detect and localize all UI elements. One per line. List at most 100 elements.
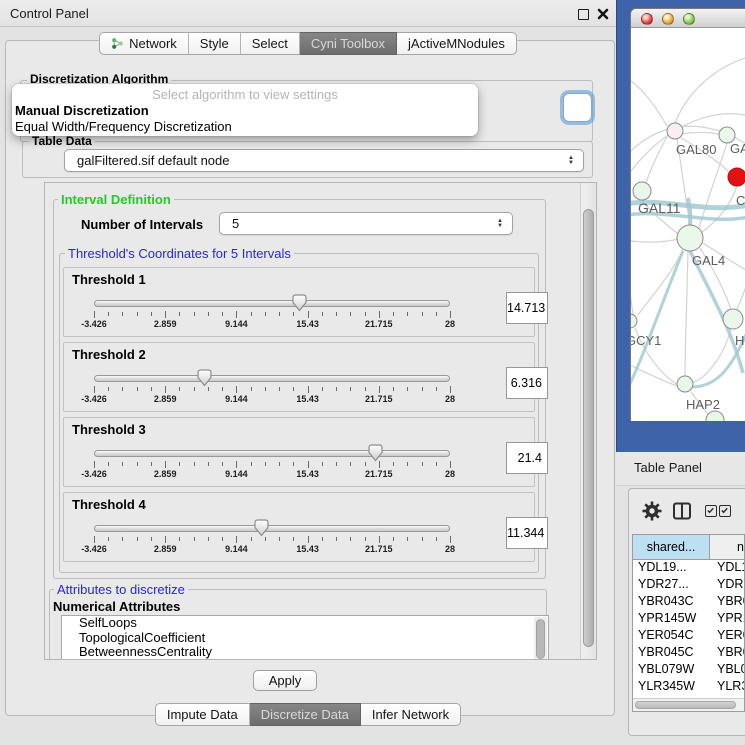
slider-ticks (94, 386, 450, 394)
table-row[interactable]: YPR145WYPR1 (633, 611, 744, 628)
table-cell: YBL079W (633, 662, 711, 679)
slider-tick-labels: -3.4262.8599.14415.4321.71528 (94, 319, 450, 330)
threshold-1-box: Threshold 1 -3.4262.8599.14415.4321.71528… (63, 267, 535, 337)
minimize-traffic-light[interactable] (662, 13, 674, 25)
slider-tick-labels: -3.4262.8599.14415.4321.71528 (94, 394, 450, 405)
tab-network[interactable]: Network (99, 32, 189, 55)
table-header-row: shared... n (633, 535, 744, 560)
stepper-arrows-icon: ▲▼ (497, 219, 512, 229)
network-node[interactable] (728, 168, 745, 186)
pane-vertical-scrollbar[interactable] (580, 183, 596, 659)
threshold-slider[interactable]: -3.4262.8599.14415.4321.71528 (94, 296, 450, 330)
table-row[interactable]: YER054CYER0 (633, 628, 744, 645)
table-panel-toolbar (628, 497, 745, 527)
tab-select[interactable]: Select (241, 32, 300, 55)
table-row[interactable]: YDR27...YDR2 (633, 577, 744, 594)
dropdown-option-manual[interactable]: Manual Discretization (12, 103, 478, 119)
table-cell: YBR0 (711, 645, 744, 662)
network-node[interactable] (706, 411, 724, 421)
threshold-value-field[interactable]: 14.713 (506, 292, 548, 324)
checkbox-icon[interactable] (719, 505, 731, 517)
split-columns-icon[interactable] (672, 501, 692, 521)
network-node-label: GAL80 (676, 142, 716, 157)
close-icon[interactable] (597, 8, 609, 20)
column-header-shared-name[interactable]: shared... (633, 535, 710, 559)
threshold-value-field[interactable]: 11.344 (506, 517, 548, 549)
threshold-value-field[interactable]: 6.316 (506, 367, 548, 399)
dropdown-option-equal-width[interactable]: Equal Width/Frequency Discretization (12, 119, 478, 135)
threshold-slider[interactable]: -3.4262.8599.14415.4321.71528 (94, 446, 450, 480)
number-of-intervals-label: Number of Intervals (81, 217, 203, 232)
network-node-label: GAL4 (692, 253, 725, 268)
tab-label: Network (129, 36, 177, 51)
table-cell: YBL0 (711, 662, 744, 679)
close-traffic-light[interactable] (641, 13, 653, 25)
slider-track[interactable] (94, 450, 450, 457)
settings-scroll-pane: Interval Definition Number of Intervals … (44, 182, 597, 660)
table-panel-title: Table Panel (634, 452, 702, 484)
tab-label: jActiveMNodules (408, 36, 505, 51)
slider-thumb-icon[interactable] (367, 443, 384, 463)
threshold-slider[interactable]: -3.4262.8599.14415.4321.71528 (94, 371, 450, 405)
number-of-intervals-combo[interactable]: 5 ▲▼ (219, 212, 513, 235)
table-cell: YBR043C (633, 594, 711, 611)
network-canvas[interactable]: GAL80GACGAL11GAL4GCY1HHAP2 (631, 28, 745, 421)
scrollbar-thumb[interactable] (583, 209, 594, 647)
numerical-attributes-list[interactable]: SelfLoopsTopologicalCoefficientBetweenne… (61, 615, 549, 660)
scrollbar-thumb[interactable] (635, 701, 736, 709)
table-row[interactable]: YBL079WYBL0 (633, 662, 744, 679)
tab-infer-network[interactable]: Infer Network (361, 703, 461, 726)
apply-button[interactable]: Apply (253, 670, 317, 691)
bottom-tab-bar: Impute DataDiscretize DataInfer Network (0, 703, 616, 726)
control-panel-titlebar: Control Panel (0, 0, 616, 27)
tab-discretize-data[interactable]: Discretize Data (250, 703, 361, 726)
node-attribute-table: shared... n YDL19...YDL1YDR27...YDR2YBR0… (632, 534, 745, 712)
network-node[interactable] (633, 182, 651, 200)
slider-track[interactable] (94, 300, 450, 307)
table-row[interactable]: YLR345WYLR3 (633, 679, 744, 696)
table-row[interactable]: YBR045CYBR0 (633, 645, 744, 662)
network-node[interactable] (677, 376, 693, 392)
slider-ticks (94, 461, 450, 469)
zoom-traffic-light[interactable] (683, 13, 695, 25)
table-data-combo[interactable]: galFiltered.sif default node ▲▼ (64, 149, 584, 172)
tab-style[interactable]: Style (189, 32, 241, 55)
algorithm-combo-focused[interactable] (563, 93, 592, 122)
table-horizontal-scrollbar[interactable] (633, 698, 744, 711)
attribute-list-item[interactable]: TopologicalCoefficient (62, 631, 548, 646)
slider-thumb-icon[interactable] (253, 518, 270, 538)
stepper-arrows-icon: ▲▼ (568, 156, 583, 166)
numerical-attributes-label: Numerical Attributes (53, 599, 180, 614)
table-row[interactable]: YDL19...YDL1 (633, 560, 744, 577)
network-node[interactable] (667, 123, 683, 139)
slider-thumb-icon[interactable] (196, 368, 213, 388)
column-header-name[interactable]: n (710, 535, 744, 559)
slider-thumb-icon[interactable] (291, 293, 308, 313)
table-row[interactable]: YBR043CYBR0 (633, 594, 744, 611)
network-node[interactable] (631, 314, 637, 328)
float-window-icon[interactable] (578, 9, 589, 20)
slider-ticks (94, 536, 450, 544)
threshold-slider[interactable]: -3.4262.8599.14415.4321.71528 (94, 521, 450, 555)
attribute-list-item[interactable]: BetweennessCentrality (62, 645, 548, 660)
attribute-list-item[interactable]: SelfLoops (62, 616, 548, 631)
list-scrollbar[interactable] (534, 617, 547, 660)
threshold-label: Threshold 1 (72, 272, 146, 287)
network-node-label: GCY1 (631, 333, 661, 348)
network-node[interactable] (677, 225, 703, 251)
tab-cyni-toolbox[interactable]: Cyni Toolbox (300, 32, 397, 55)
slider-track[interactable] (94, 375, 450, 382)
network-node[interactable] (723, 309, 743, 329)
tab-label: Cyni Toolbox (311, 36, 385, 51)
tab-jactivemnodules[interactable]: jActiveMNodules (397, 32, 517, 55)
checkbox-icon[interactable] (705, 505, 717, 517)
table-cell: YDL1 (711, 560, 744, 577)
top-tab-bar: Network StyleSelect Cyni Toolbox jActiveMNo… (0, 32, 616, 55)
slider-track[interactable] (94, 525, 450, 532)
threshold-value-field[interactable]: 21.4 (506, 442, 548, 474)
network-node-label: HAP2 (686, 397, 720, 412)
gear-icon[interactable] (642, 501, 662, 521)
slider-tick-labels: -3.4262.8599.14415.4321.71528 (94, 544, 450, 555)
tab-impute-data[interactable]: Impute Data (155, 703, 250, 726)
table-cell: YDR2 (711, 577, 744, 594)
